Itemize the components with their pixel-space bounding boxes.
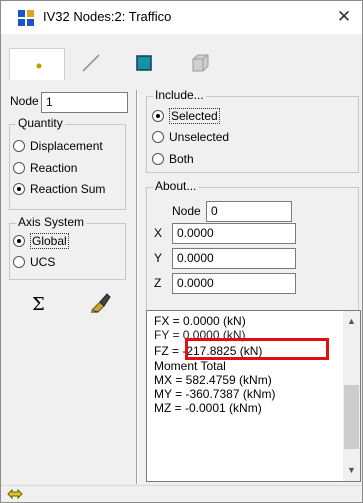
- radio-label: UCS: [30, 255, 56, 269]
- axis-system-group: Axis System: [9, 215, 126, 280]
- radio-label: Displacement: [30, 139, 103, 153]
- radio-label: Reaction Sum: [30, 182, 106, 196]
- y-coordinate-input[interactable]: 0.0000: [172, 248, 296, 269]
- line-tool-icon[interactable]: [78, 50, 104, 76]
- radio-circle[interactable]: [13, 256, 25, 268]
- radio-ucs[interactable]: UCS: [13, 255, 55, 269]
- quantity-title: Quantity: [16, 116, 65, 130]
- scroll-down-icon[interactable]: ▼: [343, 462, 360, 479]
- about-title: About...: [153, 179, 199, 193]
- y-label: Y: [154, 251, 163, 265]
- radio-label: Unselected: [169, 130, 230, 144]
- radio-displacement[interactable]: Displacement: [13, 139, 103, 153]
- node-label: Node: [10, 94, 39, 108]
- window-title: IV32 Nodes:2: Traffico: [43, 9, 172, 24]
- cube-tool-icon[interactable]: [187, 50, 213, 76]
- x-coordinate-input[interactable]: 0.0000: [172, 223, 296, 244]
- radio-circle[interactable]: [13, 235, 25, 247]
- radio-label: Global: [30, 233, 69, 249]
- radio-circle[interactable]: [13, 140, 25, 152]
- result-line-mz: MZ = -0.0001 (kNm): [154, 401, 262, 415]
- radio-circle[interactable]: [13, 162, 25, 174]
- close-icon[interactable]: ✕: [330, 4, 358, 30]
- about-node-label: Node: [172, 204, 201, 218]
- include-title: Include...: [153, 88, 206, 102]
- results-scrollbar[interactable]: ▲ ▼: [343, 311, 360, 481]
- x-label: X: [154, 226, 163, 240]
- radio-label: Both: [169, 152, 194, 166]
- radio-selected[interactable]: Selected: [152, 108, 220, 124]
- radio-global[interactable]: Global: [13, 233, 69, 249]
- scroll-up-icon[interactable]: ▲: [343, 313, 360, 330]
- square-tool-icon[interactable]: [131, 50, 157, 76]
- toolbar: [1, 34, 362, 82]
- status-bar: [1, 485, 362, 502]
- radio-reaction-sum[interactable]: Reaction Sum: [13, 182, 105, 196]
- radio-circle[interactable]: [152, 131, 164, 143]
- z-coordinate-input[interactable]: 0.0000: [172, 273, 296, 294]
- title-bar[interactable]: IV32 Nodes:2: Traffico ✕: [1, 1, 362, 34]
- dialog-content: Node 1 Quantity Displacement Reaction Re…: [6, 80, 361, 484]
- result-line-my: MY = -360.7387 (kNm): [154, 387, 276, 401]
- radio-both[interactable]: Both: [152, 152, 194, 166]
- sigma-icon[interactable]: Σ: [32, 294, 45, 315]
- vertical-separator: [136, 90, 138, 484]
- eraser-icon[interactable]: [88, 290, 112, 314]
- result-line-fx: FX = 0.0000 (kN): [154, 314, 246, 328]
- node-tool-icon[interactable]: [26, 53, 52, 79]
- radio-circle[interactable]: [152, 110, 164, 122]
- move-arrows-icon[interactable]: [7, 487, 23, 501]
- scroll-thumb[interactable]: [344, 385, 359, 449]
- result-line-mx: MX = 582.4759 (kNm): [154, 373, 272, 387]
- fz-highlight-box: [185, 338, 329, 360]
- results-listbox[interactable]: FX = 0.0000 (kN) FY = 0.0000 (kN) FZ = -…: [146, 310, 361, 482]
- radio-label: Reaction: [30, 161, 78, 175]
- result-line-moment-total: Moment Total: [154, 359, 226, 373]
- z-label: Z: [154, 276, 162, 290]
- about-node-input[interactable]: 0: [206, 201, 292, 222]
- radio-reaction[interactable]: Reaction: [13, 161, 77, 175]
- radio-label: Selected: [169, 108, 220, 124]
- radio-unselected[interactable]: Unselected: [152, 130, 229, 144]
- dialog-window: IV32 Nodes:2: Traffico ✕ Node 1 Quantity…: [0, 0, 363, 503]
- axis-system-title: Axis System: [16, 215, 87, 229]
- node-input[interactable]: 1: [41, 92, 128, 113]
- radio-circle[interactable]: [13, 183, 25, 195]
- radio-circle[interactable]: [152, 153, 164, 165]
- app-icon: [18, 10, 34, 26]
